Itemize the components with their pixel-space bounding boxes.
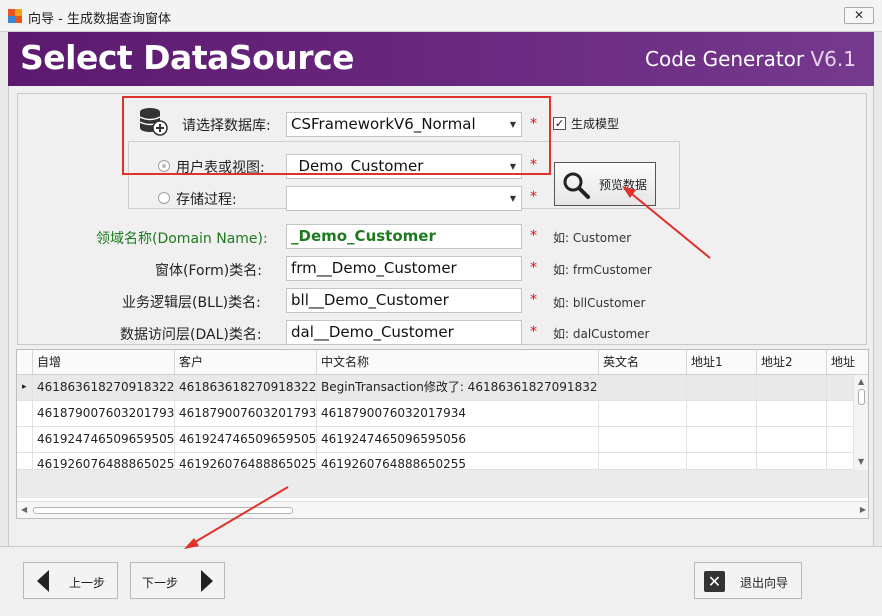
form-class-input[interactable]: frm__Demo_Customer (286, 256, 522, 281)
scroll-left-arrow-icon[interactable]: ◀ (21, 505, 27, 514)
dal-class-hint: 如: dalCustomer (553, 327, 650, 341)
close-icon: ✕ (853, 8, 865, 22)
table-cell[interactable]: 4619247465096595056 (175, 427, 317, 452)
row-indicator: ▸ (17, 375, 33, 400)
arrow-right-icon (201, 570, 213, 592)
table-cell[interactable] (827, 401, 853, 426)
exit-wizard-button[interactable]: ✕ 退出向导 (694, 562, 802, 599)
scroll-down-arrow-icon[interactable]: ▼ (858, 457, 864, 466)
table-row[interactable]: 4618790076032017934 4618790076032017934 … (17, 401, 853, 427)
arrow-left-icon (37, 570, 49, 592)
preview-data-button[interactable]: 预览数据 (554, 162, 656, 206)
required-mark: * (530, 324, 537, 340)
domain-label: 领域名称(Domain Name): (96, 231, 268, 247)
product-version: V6.1 (810, 47, 857, 71)
table-cell[interactable] (687, 427, 757, 452)
window-title: 向导 - 生成数据查询窗体 (28, 12, 171, 27)
required-mark: * (530, 292, 537, 308)
row-indicator-header (17, 350, 33, 375)
close-button[interactable]: ✕ (844, 7, 874, 24)
stored-proc-label: 存储过程: (176, 192, 237, 208)
table-row[interactable]: 4619260764888650255 4619260764888650255 … (17, 453, 853, 478)
vertical-scroll-thumb[interactable] (858, 389, 865, 405)
table-cell[interactable]: 4618790076032017934 (33, 401, 175, 426)
grid-header: 自增 客户 中文名称 英文名 地址1 地址2 地址 (17, 350, 868, 375)
scroll-right-arrow-icon[interactable]: ▶ (860, 505, 866, 514)
table-cell[interactable]: 4618636182709183220 (33, 375, 175, 400)
horizontal-scrollbar[interactable]: ◀ ▶ (17, 501, 868, 518)
banner-title: Select DataSource (20, 38, 355, 77)
table-cell[interactable] (827, 427, 853, 452)
dal-class-label: 数据访问层(DAL)类名: (120, 327, 262, 343)
domain-hint: 如: Customer (553, 231, 632, 245)
dal-class-input[interactable]: dal__Demo_Customer (286, 320, 522, 345)
prev-step-button[interactable]: 上一步 (23, 562, 118, 599)
table-cell[interactable]: BeginTransaction修改了: 4618636182709183220 (317, 375, 599, 400)
vertical-scrollbar[interactable]: ▲ ▼ (853, 375, 868, 470)
required-mark: * (530, 189, 537, 205)
bll-class-input[interactable]: bll__Demo_Customer (286, 288, 522, 313)
required-mark: * (530, 228, 537, 244)
app-icon (8, 9, 22, 23)
table-cell[interactable] (757, 375, 827, 400)
table-cell[interactable] (599, 375, 687, 400)
required-mark: * (530, 260, 537, 276)
dropdown-arrow-icon: ▼ (509, 194, 516, 203)
table-cell[interactable] (827, 375, 853, 400)
title-bar: 向导 - 生成数据查询窗体 ✕ (0, 0, 882, 32)
stored-proc-radio[interactable] (158, 192, 170, 204)
exit-wizard-label: 退出向导 (740, 576, 789, 590)
table-cell[interactable] (687, 375, 757, 400)
table-cell[interactable] (687, 401, 757, 426)
table-cell[interactable]: 4619247465096595056 (33, 427, 175, 452)
table-row[interactable]: 4619247465096595056 4619247465096595056 … (17, 427, 853, 453)
column-header[interactable]: 地址1 (687, 350, 757, 375)
preview-data-label: 预览数据 (599, 178, 648, 192)
row-indicator (17, 427, 33, 452)
row-indicator (17, 401, 33, 426)
table-cell[interactable]: 4618636182709183220 (175, 375, 317, 400)
column-header[interactable]: 地址 (827, 350, 868, 375)
form-class-label: 窗体(Form)类名: (155, 263, 262, 279)
column-header[interactable]: 地址2 (757, 350, 827, 375)
table-cell[interactable]: 4619247465096595056 (317, 427, 599, 452)
exit-icon: ✕ (704, 571, 725, 592)
table-cell[interactable] (757, 427, 827, 452)
highlight-box (122, 96, 551, 175)
preview-data-grid[interactable]: 自增 客户 中文名称 英文名 地址1 地址2 地址 ▸ 461863618270… (16, 349, 869, 519)
prev-step-label: 上一步 (69, 576, 106, 590)
grid-empty-area (17, 470, 868, 498)
stored-proc-select[interactable]: ▼ (286, 186, 522, 211)
domain-name-input[interactable]: _Demo_Customer (286, 224, 522, 249)
gen-model-label: 生成模型 (571, 117, 620, 131)
next-step-label: 下一步 (142, 576, 179, 590)
bll-class-label: 业务逻辑层(BLL)类名: (122, 295, 261, 311)
bll-class-hint: 如: bllCustomer (553, 296, 646, 310)
main-panel: 请选择数据库: CSFrameworkV6_Normal ▼ * ✓ 生成模型 … (8, 86, 874, 546)
form-class-hint: 如: frmCustomer (553, 263, 652, 277)
wizard-banner: Select DataSource Code Generator V6.1 (8, 32, 874, 86)
table-cell[interactable] (757, 401, 827, 426)
table-cell[interactable]: 4618790076032017934 (317, 401, 599, 426)
settings-form: 请选择数据库: CSFrameworkV6_Normal ▼ * ✓ 生成模型 … (17, 93, 867, 345)
product-name: Code Generator (645, 47, 805, 71)
horizontal-scroll-thumb[interactable] (33, 507, 293, 514)
scroll-up-arrow-icon[interactable]: ▲ (858, 377, 864, 386)
table-cell[interactable]: 4618790076032017934 (175, 401, 317, 426)
table-row[interactable]: ▸ 4618636182709183220 461863618270918322… (17, 375, 853, 401)
table-cell[interactable] (599, 401, 687, 426)
wizard-footer: 上一步 下一步 ✕ 退出向导 (0, 546, 882, 616)
column-header[interactable]: 客户 (175, 350, 317, 375)
banner-product: Code Generator V6.1 (645, 47, 856, 71)
gen-model-checkbox[interactable]: ✓ (553, 117, 566, 130)
column-header[interactable]: 自增 (33, 350, 175, 375)
next-step-button[interactable]: 下一步 (130, 562, 225, 599)
column-header[interactable]: 英文名 (599, 350, 687, 375)
table-cell[interactable] (599, 427, 687, 452)
column-header[interactable]: 中文名称 (317, 350, 599, 375)
search-icon (563, 172, 590, 199)
